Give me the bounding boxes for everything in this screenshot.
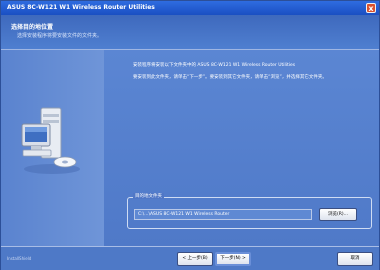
back-button[interactable]: < 上一步(B) (177, 252, 213, 266)
destination-label: 目的地文件夹 (133, 193, 164, 199)
title-bar: ASUS 8C-W121 W1 Wireless Router Utilitie… (1, 1, 379, 15)
wizard-content: 安装程序将安装以下文件夹中的 ASUS 8C-W121 W1 Wireless … (104, 50, 379, 246)
wizard-header: 选择目的地位置 选择安装程序将要安装文件的文件夹。 (1, 15, 379, 50)
wizard-footer: InstallShield < 上一步(B) 下一步(N) > 取消 (1, 246, 379, 270)
browse-button[interactable]: 浏览(R)... (319, 208, 357, 221)
installer-window: ASUS 8C-W121 W1 Wireless Router Utilitie… (0, 0, 380, 270)
destination-groupbox: 目的地文件夹 C:\...\ASUS 8C-W121 W1 Wireless R… (127, 193, 372, 229)
info-paragraph-2: 要安装到此文件夹，请单击“下一步”。要安装到其它文件夹，请单击“浏览”，并选择其… (133, 75, 327, 80)
info-text: 安装程序将安装以下文件夹中的 ASUS 8C-W121 W1 Wireless … (133, 62, 368, 86)
page-title: 选择目的地位置 (11, 24, 54, 31)
info-paragraph-1: 安装程序将安装以下文件夹中的 ASUS 8C-W121 W1 Wireless … (133, 63, 296, 68)
next-button[interactable]: 下一步(N) > (215, 252, 251, 266)
window-title: ASUS 8C-W121 W1 Wireless Router Utilitie… (7, 4, 155, 11)
close-button[interactable]: x (366, 3, 376, 13)
brand-label: InstallShield (7, 256, 32, 261)
destination-path: C:\...\ASUS 8C-W121 W1 Wireless Router (134, 209, 312, 220)
cancel-button[interactable]: 取消 (337, 252, 373, 266)
close-icon: x (368, 4, 374, 13)
wizard-sidebar (1, 50, 104, 246)
page-subtitle: 选择安装程序将要安装文件的文件夹。 (17, 33, 103, 39)
computer-setup-icon (21, 107, 80, 174)
